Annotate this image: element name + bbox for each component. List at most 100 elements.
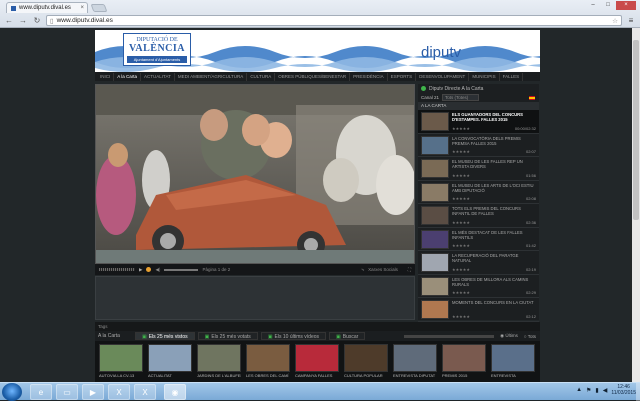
chrome-menu-icon[interactable]: ≡ [626, 16, 636, 25]
social-label[interactable]: Xarxes Socials [368, 267, 398, 272]
video-thumbnail-card[interactable]: AUTOVIA LA CV-13 [99, 344, 143, 379]
speaker-icon[interactable]: ◀ [603, 387, 608, 394]
share-icon[interactable]: ⤷ [362, 267, 365, 272]
forward-arrow-icon[interactable]: → [18, 16, 28, 26]
excel-icon[interactable]: X [108, 384, 130, 400]
video-list-item[interactable]: EL MÉS DESTACAT DE LES FALLES INFANTILS ★… [418, 228, 539, 251]
video-list-item[interactable]: ELS GUANYADORS DEL CONCURS D'ESTAMPES. F… [418, 110, 539, 134]
folder-icon[interactable]: ▭ [56, 384, 78, 400]
video-thumbnail[interactable] [421, 253, 449, 272]
maximize-icon[interactable]: □ [601, 1, 615, 10]
bottom-tabs: A la Carta ▣ Els 25 més vistos ▣ Els 25 més… [95, 331, 540, 341]
bottom-tab[interactable]: ▣ Els 10 últims vídeos [260, 332, 327, 340]
filter-recent-radio[interactable]: ◉ Últims [500, 333, 518, 339]
reload-icon[interactable]: ↻ [32, 16, 42, 26]
thumbnail-image[interactable] [197, 344, 241, 372]
nav-item[interactable]: INICI [97, 72, 115, 81]
video-list-item[interactable]: LES OBRES DE MILLORA ALS CAMINS RURALS ★★… [418, 275, 539, 298]
nav-item[interactable]: PRESIDÈNCIA [350, 72, 388, 81]
site-brand[interactable]: diputv [421, 44, 461, 61]
video-thumbnail-card[interactable]: ACTUALITAT [148, 344, 192, 379]
nav-item[interactable]: FALLES [500, 72, 524, 81]
nav-item[interactable]: ESPORTS [388, 72, 417, 81]
video-thumbnail-card[interactable]: ENTREVISTA [491, 344, 535, 379]
video-thumbnail[interactable] [421, 300, 449, 319]
diputacio-logo[interactable]: DIPUTACIÓ DE VALÈNCIA Ajuntament d'Ajunt… [123, 33, 191, 66]
video-thumbnail[interactable] [421, 276, 449, 296]
video-thumbnail[interactable] [421, 229, 449, 249]
video-list-item[interactable]: LA RECUPERACIÓ DEL PARATGE NATURAL ★★★★★ 0… [418, 251, 539, 275]
clock[interactable]: 12:46 11/03/2015 [611, 384, 636, 396]
thumbnail-image[interactable] [246, 344, 290, 372]
video-list-item[interactable]: MOMENTS DEL CONCURS EN LA CIUTAT ★★★★★ 02:… [418, 298, 539, 322]
ie-icon[interactable]: e [30, 384, 52, 400]
video-thumbnail-card[interactable]: JARDINS DE L'ALBUFERA [197, 344, 241, 379]
video-thumbnail-card[interactable]: ENTREVISTA DIPUTAT [393, 344, 437, 379]
page-scrollbar[interactable] [632, 28, 640, 382]
excel-icon-2[interactable]: X [134, 384, 156, 400]
thumbnail-image[interactable] [393, 344, 437, 372]
back-arrow-icon[interactable]: ← [4, 16, 14, 26]
video-thumbnail-card[interactable]: PREMIS 2015 [442, 344, 486, 379]
nav-item[interactable]: CULTURA [247, 72, 276, 81]
live-indicator-icon [421, 86, 426, 91]
nav-item[interactable]: MEDI AMBIENT/AGRICULTURA [175, 72, 248, 81]
bookmark-star-icon[interactable]: ☆ [612, 17, 618, 25]
nav-item[interactable]: ACTUALITAT [141, 72, 175, 81]
scrollbar-thumb[interactable] [633, 40, 639, 220]
thumbnail-image[interactable] [491, 344, 535, 372]
spanish-flag-icon[interactable] [529, 95, 535, 100]
video-thumbnail[interactable] [421, 112, 449, 131]
network-icon[interactable]: ▮ [595, 387, 598, 394]
logo-line3: Ajuntament d'Ajuntaments [127, 56, 187, 63]
fullscreen-icon[interactable]: ⛶ [408, 267, 411, 272]
media-player-icon[interactable]: ▶ [82, 384, 104, 400]
video-list-item[interactable]: LA CONVOCATÒRIA DELS PREMIS PREMSA FALLE… [418, 134, 539, 157]
new-tab-button[interactable] [90, 4, 108, 12]
nav-item[interactable]: A la Carta [114, 72, 142, 81]
video-thumbnail-card[interactable]: LES OBRES DEL CAMÍ [246, 344, 290, 379]
video-thumbnail-card[interactable]: CAMPANYA FALLES [295, 344, 339, 379]
chrome-icon[interactable]: ◉ [164, 384, 186, 400]
video-thumbnail[interactable] [421, 206, 449, 225]
video-thumbnail[interactable] [421, 182, 449, 202]
minimize-icon[interactable]: – [586, 1, 600, 10]
nav-item[interactable]: OBRES PÚBLIQUES/BENESTAR [275, 72, 351, 81]
nav-item[interactable]: DESENVOLUPAMENT [416, 72, 470, 81]
video-list-item[interactable]: EL MUSEU DE LES FALLES REP UN ARTISTA DI… [418, 157, 539, 181]
filter-all-radio[interactable]: ○ Tots [524, 334, 536, 339]
thumbnail-caption: AUTOVIA LA CV-13 [99, 373, 135, 378]
tray-arrow-icon[interactable]: ▲ [576, 387, 582, 393]
bottom-tab[interactable]: ▣ Buscar [329, 332, 366, 340]
video-thumbnail[interactable] [421, 135, 449, 155]
thumbnail-scrollbar[interactable] [404, 334, 495, 338]
category-select[interactable]: Tots (Totes) [442, 94, 480, 101]
progress-handle[interactable] [146, 267, 152, 272]
video-list-item[interactable]: TOTS ELS PREMIS DEL CONCURS INFANTIL DE … [418, 204, 539, 228]
seek-bar[interactable] [99, 268, 135, 271]
video-thumbnail[interactable] [421, 159, 449, 178]
close-tab-icon[interactable]: × [80, 5, 84, 11]
bottom-tab[interactable]: ▣ Els 25 més vistos [134, 332, 195, 340]
video-duration: 02:29 [525, 290, 536, 295]
thumbnail-image[interactable] [148, 344, 192, 372]
thumbnail-image[interactable] [344, 344, 388, 372]
url-input[interactable]: ▯ www.diputv.dival.es ☆ [46, 15, 622, 26]
video-player[interactable] [95, 84, 415, 264]
start-button[interactable] [2, 383, 22, 401]
show-desktop-button[interactable] [636, 383, 640, 401]
browser-tab[interactable]: www.diputv.dival.es × [6, 2, 88, 13]
video-thumbnail-card[interactable]: CULTURA POPULAR [344, 344, 388, 379]
page-info-icon[interactable]: ▯ [50, 17, 54, 25]
volume-icon[interactable]: ◀) [155, 267, 160, 273]
bottom-tab[interactable]: ▣ Els 25 més votats [197, 332, 258, 340]
volume-slider[interactable] [164, 268, 199, 271]
nav-item[interactable]: MUNICIPIS [469, 72, 500, 81]
play-icon[interactable]: ▶ [139, 267, 142, 273]
thumbnail-image[interactable] [295, 344, 339, 372]
thumbnail-image[interactable] [99, 344, 143, 372]
close-window-icon[interactable]: × [616, 1, 636, 10]
video-list-item[interactable]: EL MUSEU DE LES ARTS DE L'OCI ESTIU AMB … [418, 181, 539, 204]
thumbnail-image[interactable] [442, 344, 486, 372]
flag-icon[interactable]: ⚑ [586, 387, 591, 394]
